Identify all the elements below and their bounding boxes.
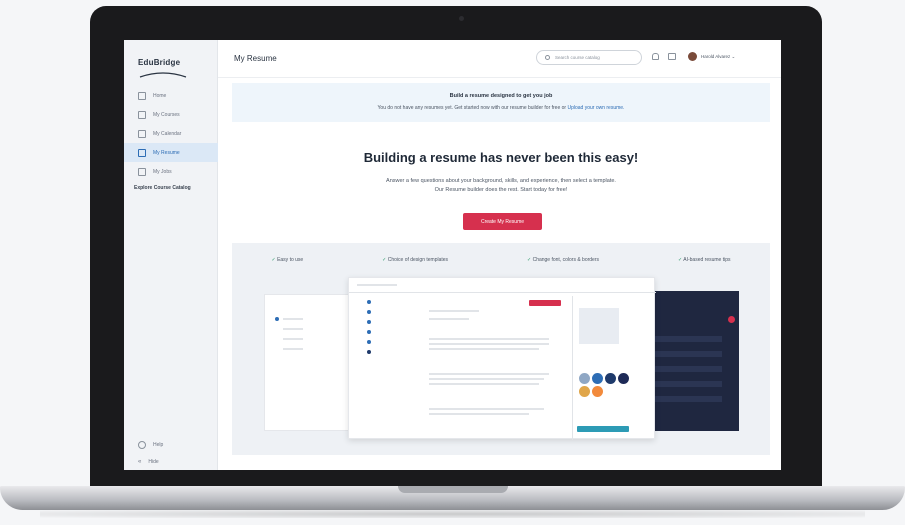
hero-subtitle-line: Answer a few questions about your backgr… — [386, 178, 616, 184]
chat-icon[interactable] — [668, 53, 676, 60]
preview-step-dot — [367, 330, 371, 334]
preview-divider — [349, 292, 656, 293]
preview-step-dot — [275, 317, 279, 321]
color-swatch — [579, 386, 590, 397]
resume-preview-right — [648, 291, 739, 431]
collapse-icon: « — [138, 458, 142, 465]
color-swatch — [618, 373, 629, 384]
preview-line — [429, 373, 549, 375]
upload-resume-link[interactable]: Upload your own resume. — [567, 105, 624, 111]
preview-step-dot — [367, 300, 371, 304]
create-resume-button[interactable]: Create My Resume — [463, 213, 542, 230]
preview-line — [357, 284, 397, 286]
preview-line — [429, 348, 539, 350]
preview-line — [283, 318, 303, 320]
resume-icon — [138, 148, 146, 157]
preview-line — [429, 378, 544, 380]
color-swatch — [579, 373, 590, 384]
sidebar-item-home[interactable]: Home — [124, 86, 218, 105]
preview-bar — [652, 336, 722, 342]
color-swatch — [605, 373, 616, 384]
preview-line — [429, 310, 479, 312]
user-name: Harold Alvarez — [701, 54, 731, 59]
sidebar-item-resume[interactable]: My Resume — [124, 143, 218, 162]
user-menu[interactable]: Harold Alvarez ⌄ — [701, 54, 735, 60]
preview-line — [429, 343, 549, 345]
sidebar-nav: Home My Courses My Calendar My Resume My… — [124, 86, 218, 181]
top-header: My Resume Search course catalog Harold A… — [218, 40, 781, 78]
logo[interactable]: EduBridge — [138, 52, 208, 78]
bell-icon[interactable] — [652, 53, 659, 60]
page-title: My Resume — [234, 54, 277, 63]
resume-builder-preview — [348, 277, 656, 440]
logo-text: EduBridge — [138, 58, 181, 67]
preview-line — [283, 338, 303, 340]
sidebar-item-label: Hide — [148, 458, 159, 465]
feature-item: Easy to use — [271, 257, 303, 263]
preview-line — [429, 318, 469, 320]
sidebar-item-label: My Calendar — [153, 130, 182, 137]
sidebar-item-label: My Jobs — [153, 168, 172, 175]
preview-bar — [652, 351, 722, 357]
sidebar-item-label: Help — [153, 441, 164, 448]
preview-step-dot — [367, 320, 371, 324]
features-panel: Easy to use Choice of design templates C… — [232, 243, 770, 455]
search-icon — [545, 55, 550, 60]
hero-title: Building a resume has never been this ea… — [363, 150, 639, 165]
camera-icon — [459, 16, 464, 21]
preview-step-dot — [367, 350, 371, 354]
sidebar-item-help[interactable]: Help — [124, 436, 218, 453]
preview-bar — [652, 366, 722, 372]
preview-divider — [572, 296, 573, 440]
help-icon — [138, 440, 146, 449]
color-swatch — [592, 373, 603, 384]
sidebar-item-label: My Resume — [153, 149, 180, 156]
home-icon — [138, 91, 146, 100]
explore-catalog-link[interactable]: Explore Course Catalog — [134, 185, 191, 191]
preview-line — [429, 383, 539, 385]
sidebar-item-jobs[interactable]: My Jobs — [124, 162, 218, 181]
hero-subtitle-line: Our Resume builder does the rest. Start … — [434, 187, 568, 193]
sidebar-item-label: Home — [153, 92, 167, 99]
banner-text: You do not have any resumes yet. Get sta… — [232, 105, 770, 111]
color-swatch — [592, 386, 603, 397]
preview-button — [577, 426, 629, 432]
feature-list: Easy to use Choice of design templates C… — [232, 257, 770, 263]
sidebar: EduBridge Home My Courses My Calendar My… — [124, 40, 218, 470]
feature-item: Choice of design templates — [382, 257, 448, 263]
laptop-notch — [398, 486, 508, 493]
briefcase-icon — [138, 167, 146, 176]
avatar[interactable] — [688, 52, 697, 61]
sidebar-item-courses[interactable]: My Courses — [124, 105, 218, 124]
banner-text-prefix: You do not have any resumes yet. Get sta… — [377, 105, 568, 111]
preview-step-dot — [367, 310, 371, 314]
sidebar-item-hide[interactable]: « Hide — [124, 453, 218, 470]
preview-line — [283, 328, 303, 330]
monitor-icon — [138, 110, 146, 119]
preview-line — [283, 348, 303, 350]
preview-accent-dot — [728, 316, 735, 323]
feature-item: AI-based resume tips — [678, 257, 730, 263]
template-thumbnail — [579, 308, 619, 344]
banner-title: Build a resume designed to get you job — [449, 93, 553, 99]
preview-bar — [652, 381, 722, 387]
preview-line — [429, 408, 544, 410]
hero-subtitle: Answer a few questions about your backgr… — [232, 177, 770, 195]
search-input[interactable]: Search course catalog — [536, 50, 642, 65]
info-banner: Build a resume designed to get you job Y… — [232, 83, 770, 122]
preview-line — [429, 338, 549, 340]
app-screen: EduBridge Home My Courses My Calendar My… — [124, 40, 781, 470]
search-placeholder: Search course catalog — [555, 55, 600, 60]
preview-step-dot — [367, 340, 371, 344]
sidebar-item-calendar[interactable]: My Calendar — [124, 124, 218, 143]
sidebar-item-label: My Courses — [153, 111, 180, 118]
preview-bar — [652, 396, 722, 402]
sidebar-bottom: Help « Hide — [124, 436, 218, 470]
preview-button — [529, 300, 561, 306]
laptop-shadow — [40, 510, 865, 518]
preview-line — [429, 413, 529, 415]
feature-item: Change font, colors & borders — [527, 257, 599, 263]
logo-bridge-icon — [139, 72, 187, 78]
calendar-icon — [138, 129, 146, 138]
